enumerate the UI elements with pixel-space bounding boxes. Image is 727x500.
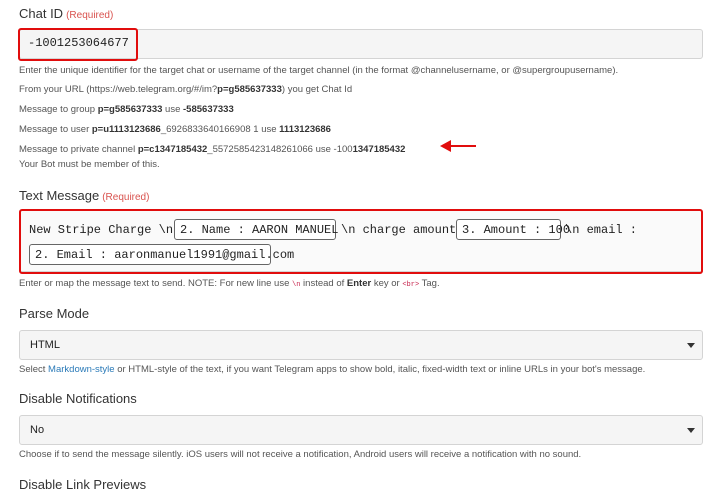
message-segment-3: \n email : [565, 223, 638, 237]
mapped-field-email-chip[interactable]: 2. Email : aaronmanuel1991@gmail.com [29, 244, 294, 265]
help-text: key or [371, 278, 403, 289]
help-bold: 1347185432 [352, 144, 406, 155]
help-bold: p=g585637333 [217, 84, 282, 95]
help-text: _6926833640166908 1 use [160, 124, 280, 135]
message-segment-2: \n charge amount : [341, 223, 471, 237]
help-text: use [162, 104, 184, 115]
required-marker: (Required) [66, 10, 114, 21]
help-bold: p=u1113123686 [91, 124, 161, 135]
help-bold: p=c1347185432 [137, 144, 208, 155]
parse-mode-label: Parse Mode [19, 306, 90, 321]
chat-id-help-line-1: Enter the unique identifier for the targ… [19, 65, 619, 76]
markdown-style-link[interactable]: Markdown-style [48, 364, 115, 375]
help-text: Message to private channel [19, 144, 138, 155]
help-text: _5572585423148261066 use -100 [207, 144, 353, 155]
help-text: Message to user [19, 124, 92, 135]
chevron-down-icon[interactable] [687, 343, 695, 348]
disable-notifications-select[interactable] [19, 415, 703, 445]
mapped-field-amount-chip[interactable]: 3. Amount : 100 [456, 219, 570, 240]
chat-id-label: Chat ID (Required) [19, 6, 113, 21]
help-text: Enter or map the message text to send. N… [19, 278, 292, 289]
text-message-label-text: Text Message [19, 188, 100, 203]
disable-link-previews-label: Disable Link Previews [19, 477, 147, 492]
chat-id-help-line-4: Message to user p=u1113123686_6926833640… [19, 124, 331, 135]
disable-notifications-value: No [30, 424, 45, 436]
help-bold: Enter [346, 278, 372, 289]
parse-mode-select[interactable] [19, 330, 703, 360]
help-bold: 1113123686 [279, 124, 331, 135]
help-text: Message to group [19, 104, 98, 115]
help-text: instead of [300, 278, 347, 289]
help-code: <br> [402, 281, 420, 289]
required-marker: (Required) [102, 192, 150, 203]
disable-notifications-help: Choose if to send the message silently. … [19, 449, 582, 460]
chevron-down-icon[interactable] [687, 428, 695, 433]
text-message-label: Text Message (Required) [19, 188, 149, 203]
red-arrow-icon [440, 140, 476, 152]
help-text: Tag. [419, 278, 440, 289]
disable-notifications-label: Disable Notifications [19, 391, 137, 406]
mapped-field-name-chip[interactable]: 2. Name : AARON MANUEL [174, 219, 338, 240]
chat-id-help-line-3: Message to group p=g585637333 use -58563… [19, 104, 234, 115]
help-text: Select [19, 364, 49, 375]
help-bold: p=g585637333 [97, 104, 163, 115]
text-message-help: Enter or map the message text to send. N… [19, 278, 440, 289]
chat-id-label-text: Chat ID [19, 6, 64, 21]
chat-id-value: -1001253064677 [28, 36, 129, 50]
help-bold: -585637333 [183, 104, 234, 115]
chat-id-help-line-5: Message to private channel p=c1347185432… [19, 144, 405, 155]
help-text: ) you get Chat Id [281, 84, 353, 95]
help-text: From your URL (https://web.telegram.org/… [19, 84, 218, 95]
chat-id-help-line-6: Your Bot must be member of this. [19, 159, 160, 170]
parse-mode-help: Select Markdown-style or HTML-style of t… [19, 364, 645, 375]
chat-id-help-line-2: From your URL (https://web.telegram.org/… [19, 84, 352, 95]
parse-mode-value: HTML [30, 339, 60, 351]
help-text: or HTML-style of the text, if you want T… [114, 364, 646, 375]
message-segment-1: New Stripe Charge \n by [29, 223, 195, 237]
